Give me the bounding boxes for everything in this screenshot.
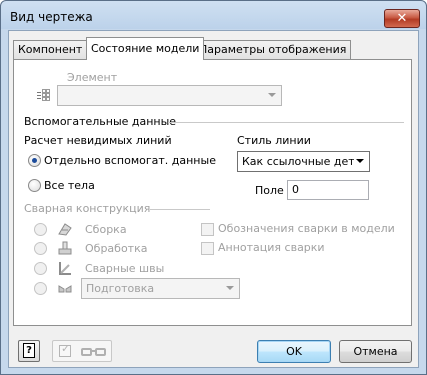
- radio-weld-assembly[interactable]: [34, 223, 47, 236]
- radio-separate-aux-data[interactable]: [28, 154, 41, 167]
- assembly-icon: [57, 221, 73, 237]
- dialog-client-area: Компонент Состояние модели Параметры ото…: [8, 30, 419, 368]
- auxiliary-group-divider: [168, 122, 404, 123]
- close-button[interactable]: ✕: [384, 9, 420, 28]
- help-icon: ?: [23, 343, 35, 358]
- preparation-dropdown[interactable]: Подготовка: [81, 278, 240, 299]
- help-button[interactable]: ?: [18, 340, 40, 362]
- welds-icon: [57, 260, 73, 276]
- weldment-group-label: Сварная конструкция: [24, 202, 151, 215]
- element-label: Элемент: [67, 71, 118, 84]
- preview-toggle-group[interactable]: ✓: [52, 340, 112, 362]
- preparation-value: Подготовка: [86, 282, 155, 295]
- chevron-down-icon: [268, 93, 276, 97]
- radio-weld-machining[interactable]: [34, 242, 47, 255]
- radio-separate-aux-data-label[interactable]: Отдельно вспомогат. данные: [44, 154, 216, 167]
- weld-annotation-label: Аннотация сварки: [218, 241, 325, 254]
- hidden-lines-label: Расчет невидимых линий: [24, 134, 172, 147]
- field-input[interactable]: 0: [287, 180, 369, 200]
- weld-symbols-in-model-label: Обозначения сварки в модели: [218, 222, 395, 235]
- tab-panel-model-state: Элемент Вспомогательные данные Расчет не…: [13, 59, 412, 326]
- radio-all-bodies[interactable]: [28, 179, 41, 192]
- radio-weld-beads[interactable]: [34, 262, 47, 275]
- cancel-button[interactable]: Отмена: [339, 340, 412, 363]
- weld-beads-label: Сварные швы: [85, 262, 165, 275]
- line-style-value: Как ссылочные детал: [242, 155, 354, 168]
- checkbox-weld-symbols-in-model[interactable]: [201, 223, 214, 236]
- weld-machining-label: Обработка: [85, 242, 148, 255]
- close-icon: ✕: [396, 11, 408, 26]
- element-dropdown[interactable]: [57, 85, 282, 106]
- weld-assembly-label: Сборка: [85, 223, 127, 236]
- radio-weld-preparation[interactable]: [34, 282, 47, 295]
- glasses-icon: [80, 344, 108, 360]
- chevron-down-icon: [226, 286, 234, 290]
- line-style-label: Стиль линии: [237, 134, 311, 147]
- preparation-icon: [57, 280, 73, 296]
- machining-icon: [57, 240, 73, 256]
- title-bar[interactable]: Вид чертежа ✕: [1, 1, 426, 31]
- ok-button[interactable]: OK: [257, 340, 331, 363]
- chevron-down-icon: [356, 159, 364, 163]
- checkbox-weld-annotation[interactable]: [201, 242, 214, 255]
- weldment-group-divider: [150, 209, 210, 210]
- check-mark-icon: ✓: [61, 342, 71, 355]
- window-title: Вид чертежа: [10, 10, 93, 24]
- radio-all-bodies-label[interactable]: Все тела: [44, 179, 95, 192]
- tab-model-state[interactable]: Состояние модели: [86, 37, 205, 60]
- field-label: Поле: [255, 184, 284, 197]
- tab-display-options[interactable]: Параметры отображения: [194, 40, 352, 59]
- tab-component[interactable]: Компонент: [13, 40, 88, 59]
- element-icon: [36, 87, 52, 103]
- line-style-dropdown[interactable]: Как ссылочные детал: [237, 151, 370, 172]
- dialog-window: Вид чертежа ✕ Компонент Состояние модели…: [0, 0, 427, 375]
- auxiliary-group-label: Вспомогательные данные: [24, 115, 177, 128]
